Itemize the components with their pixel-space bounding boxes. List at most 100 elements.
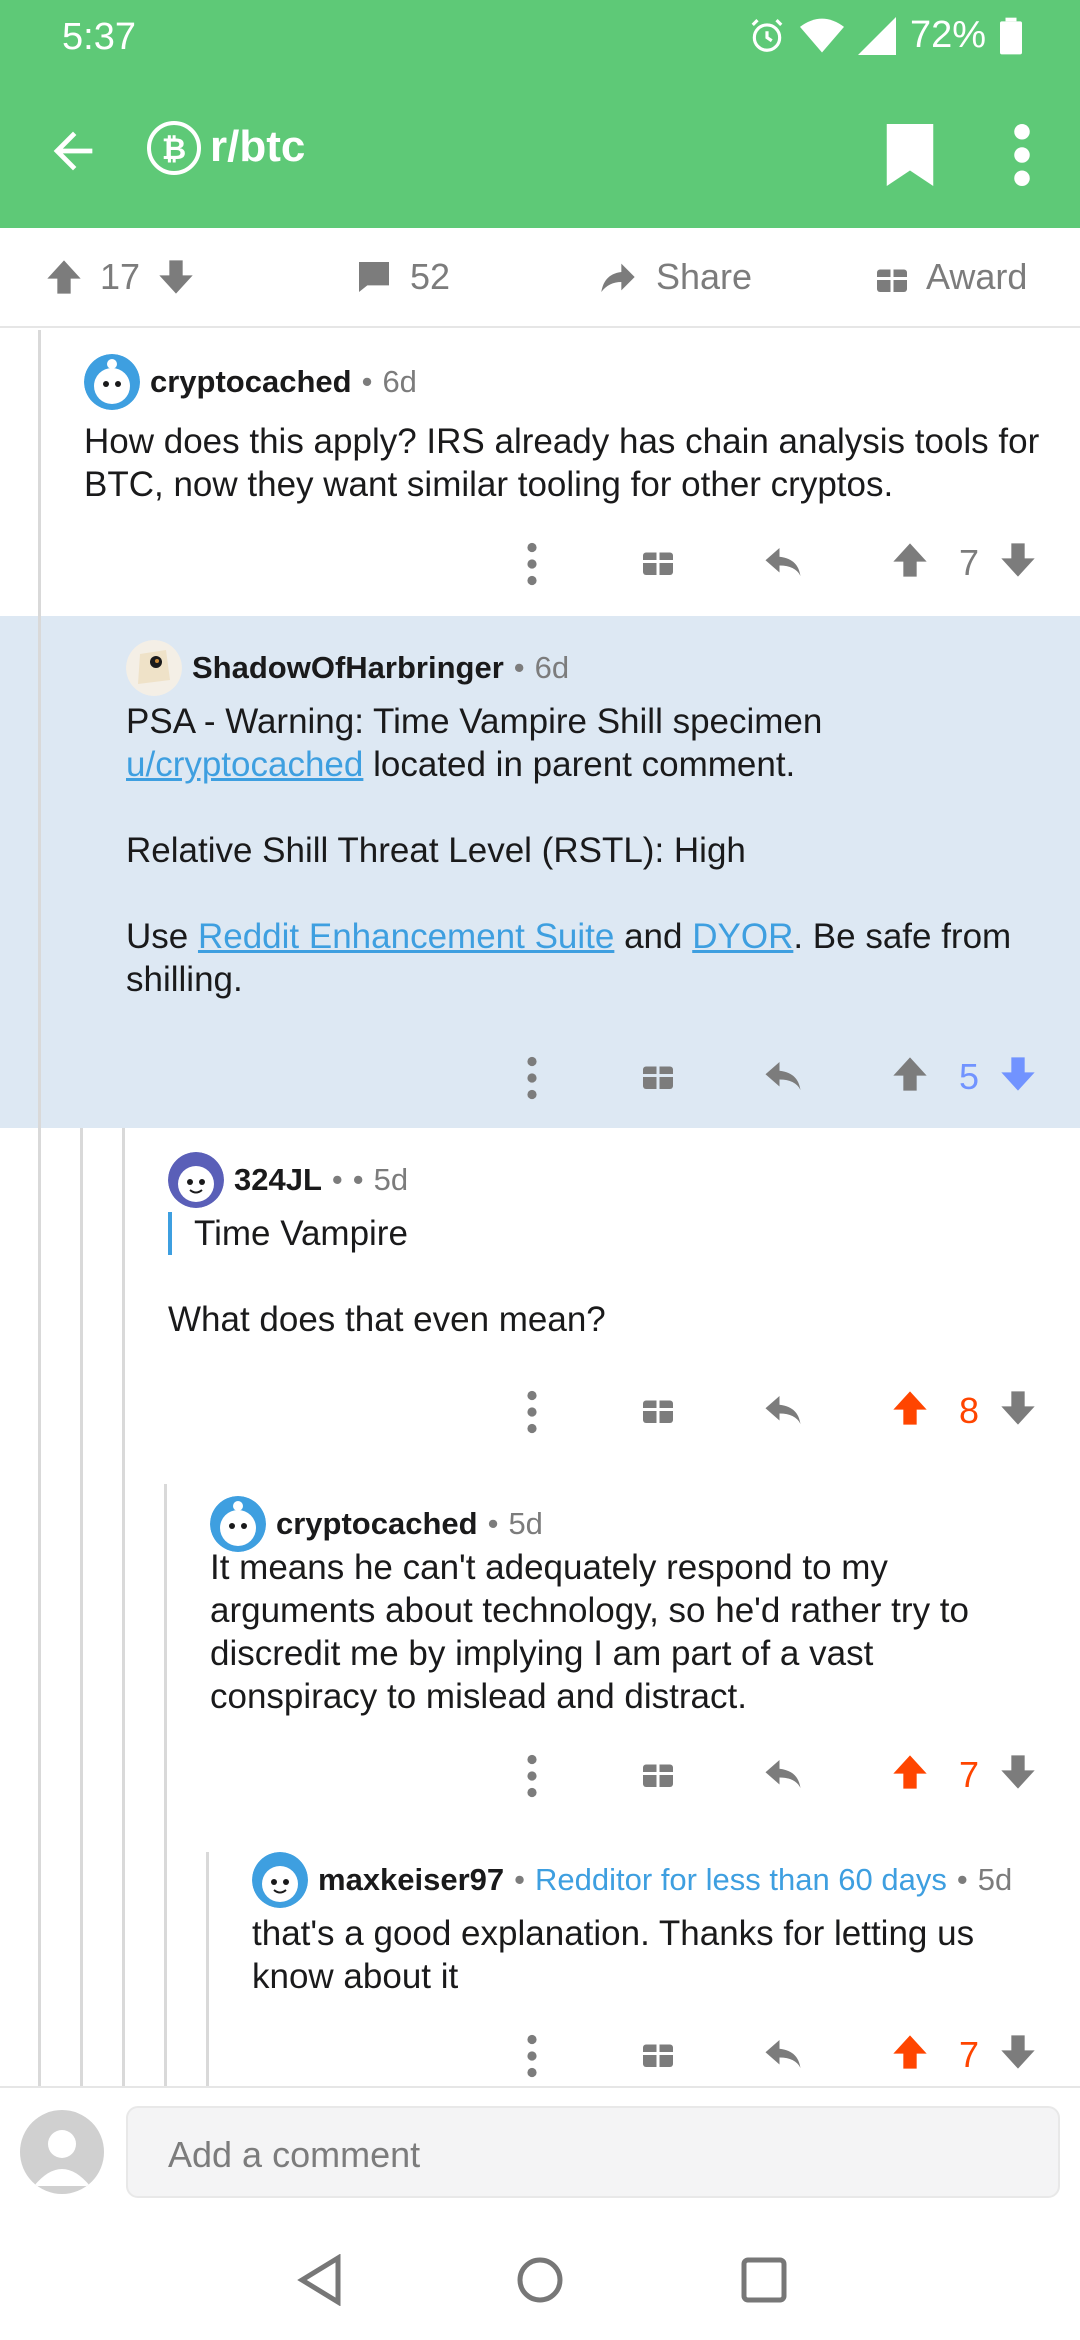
more-icon[interactable] [524,542,540,586]
comment-age: 5d [508,1506,543,1541]
username[interactable]: ShadowOfHarbringer [192,650,504,686]
dyor-link[interactable]: DYOR [692,917,793,956]
avatar[interactable] [210,1496,266,1552]
reply-icon[interactable] [762,544,804,580]
award-label: Award [926,256,1028,297]
comment-score: 7 [958,542,980,583]
bitcoin-icon[interactable]: ₿ [146,120,202,176]
comment-body: that's a good explanation. Thanks for le… [252,1914,975,1996]
more-options-icon[interactable] [1006,124,1038,186]
avatar[interactable] [252,1852,308,1908]
reply-icon[interactable] [762,1756,804,1792]
nav-home-icon[interactable] [516,2254,564,2311]
bookmark-icon[interactable] [884,124,936,186]
comment-actions: 8 [0,1384,1080,1444]
avatar[interactable] [168,1152,224,1208]
gift-icon[interactable] [640,542,676,578]
reply-icon[interactable] [762,1392,804,1428]
share-button[interactable]: Share [596,256,752,298]
share-icon [601,263,635,292]
comment-score: 7 [958,2034,980,2075]
downvote-icon[interactable] [998,2032,1038,2072]
comment-actions: 7 [0,1748,1080,1808]
comment-header: ShadowOfHarbringer • 6d [126,640,569,696]
downvote-icon[interactable] [998,540,1038,580]
comment-score: 7 [958,1754,980,1795]
reply-icon[interactable] [762,2036,804,2072]
upvote-icon[interactable] [890,1752,930,1792]
more-icon[interactable] [524,1056,540,1100]
user-flair: Redditor for less than 60 days [535,1862,947,1897]
more-icon[interactable] [524,2034,540,2078]
post-score: 17 [100,256,141,297]
comment: ShadowOfHarbringer • 6d PSA - Warning: T… [0,616,1080,1128]
comments-button[interactable]: 52 [354,256,450,298]
avatar[interactable] [20,2110,104,2194]
comment-body: PSA - Warning: Time Vampire Shill specim… [126,702,1012,999]
nav-back-icon[interactable] [296,2253,344,2311]
downvote-icon[interactable] [998,1752,1038,1792]
battery-icon [1000,17,1022,54]
username[interactable]: maxkeiser97 [318,1862,504,1898]
comment-age: 6d [382,364,417,399]
comment-body: Time Vampire What does that even mean? [168,1212,1048,1341]
comment-count: 52 [410,256,451,297]
post-vote: 17 [44,256,196,298]
reply-icon[interactable] [762,1058,804,1094]
comment-header: cryptocached • 5d [210,1496,543,1552]
comment: 324JL • • 5d Time Vampire What does that… [0,1128,1080,1476]
username[interactable]: 324JL [234,1162,322,1198]
gift-icon[interactable] [640,2034,676,2070]
user-mention-link[interactable]: u/cryptocached [126,745,363,784]
comment-actions: 5 [0,1050,1080,1110]
gift-icon[interactable] [640,1390,676,1426]
battery-percent: 72% [909,14,986,56]
upvote-icon[interactable] [890,1388,930,1428]
comment-header: 324JL • • 5d [168,1152,408,1208]
downvote-icon[interactable] [998,1388,1038,1428]
comment-compose-bar: Add a comment [0,2086,1080,2228]
upvote-icon[interactable] [890,540,930,580]
gift-icon[interactable] [640,1056,676,1092]
post-action-bar: 17 52 Share Award [0,228,1080,328]
downvote-icon[interactable] [156,257,196,297]
avatar[interactable] [126,640,182,696]
app-header: 5:37 72% ₿ r/btc [0,0,1080,228]
share-label: Share [656,256,753,297]
upvote-icon[interactable] [44,257,84,297]
comment-header: cryptocached • 6d [84,354,417,410]
comment-score: 5 [958,1056,980,1097]
add-comment-input[interactable]: Add a comment [126,2106,1060,2198]
more-icon[interactable] [524,1390,540,1434]
avatar[interactable] [84,354,140,410]
alarm-icon [751,18,783,52]
wifi-icon [799,18,844,52]
user-placeholder-icon [34,2130,90,2186]
system-nav-bar [0,2228,1080,2340]
award-button[interactable]: Award [874,256,1027,298]
gift-icon [877,262,907,292]
comment-score: 8 [958,1390,980,1431]
subreddit-title[interactable]: r/btc [210,122,305,172]
back-arrow-icon[interactable] [44,122,102,180]
comment-header: maxkeiser97 • Redditor for less than 60 … [252,1852,1012,1908]
upvote-icon[interactable] [890,1054,930,1094]
username[interactable]: cryptocached [276,1506,478,1542]
upvote-icon[interactable] [890,2032,930,2072]
comment-age: 5d [977,1862,1013,1897]
comment: cryptocached • 6d How does this apply? I… [0,330,1080,616]
res-link[interactable]: Reddit Enhancement Suite [198,917,614,956]
nav-recents-icon[interactable] [740,2254,788,2311]
comment-age: 6d [534,650,570,685]
status-bar: 5:37 72% [0,0,1080,80]
more-icon[interactable] [524,1754,540,1798]
comment-icon [359,262,389,292]
downvote-icon[interactable] [998,1054,1038,1094]
comment-actions: 7 [0,2028,1080,2088]
quote-block: Time Vampire [168,1212,1048,1255]
comment-actions: 7 [0,536,1080,596]
comment: maxkeiser97 • Redditor for less than 60 … [0,1846,1080,2086]
username[interactable]: cryptocached [150,364,352,400]
comment-age: 5d [373,1162,409,1197]
gift-icon[interactable] [640,1754,676,1790]
